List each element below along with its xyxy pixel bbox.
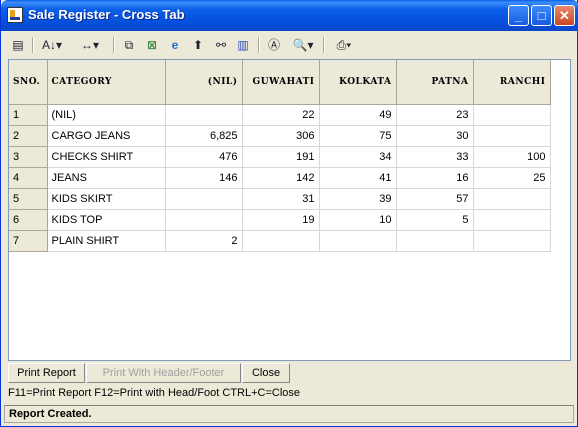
table-cell[interactable]: 22: [242, 104, 320, 126]
header-row: SNO. CATEGORY (NIL) GUWAHATI KOLKATA PAT…: [9, 60, 551, 105]
app-icon: [7, 7, 23, 23]
table-cell[interactable]: [242, 230, 320, 252]
table-cell[interactable]: [396, 230, 474, 252]
cross-tab-grid[interactable]: SNO. CATEGORY (NIL) GUWAHATI KOLKATA PAT…: [8, 59, 571, 361]
row-number-cell[interactable]: 6: [9, 209, 48, 231]
table-cell[interactable]: [165, 104, 243, 126]
row-number-cell[interactable]: 3: [9, 146, 48, 168]
table-cell[interactable]: 19: [242, 209, 320, 231]
table-cell[interactable]: [473, 209, 551, 231]
browser-icon[interactable]: e: [166, 36, 184, 54]
find-icon[interactable]: ⚯: [212, 36, 230, 54]
table-cell[interactable]: [473, 230, 551, 252]
table-cell[interactable]: 30: [396, 125, 474, 147]
column-header[interactable]: KOLKATA: [319, 60, 397, 105]
table-cell[interactable]: CARGO JEANS: [47, 125, 166, 147]
sale-register-window: Sale Register - Cross Tab _ □ ✕ ▤ A↓▾ ↔▾…: [0, 0, 578, 427]
print-report-button[interactable]: Print Report: [8, 363, 85, 383]
table-cell[interactable]: 34: [319, 146, 397, 168]
toolbar: ▤ A↓▾ ↔▾ ⧉ ⊠ e ⬆ ⚯ ▥ Ⓐ 🔍▾ ⎙▾: [5, 33, 573, 57]
table-cell[interactable]: 41: [319, 167, 397, 189]
title-bar[interactable]: Sale Register - Cross Tab _ □ ✕: [1, 0, 578, 31]
table-cell[interactable]: [473, 104, 551, 126]
column-header[interactable]: CATEGORY: [47, 60, 166, 105]
table-cell[interactable]: [165, 209, 243, 231]
status-bar: Report Created.: [4, 405, 574, 423]
table-cell[interactable]: KIDS TOP: [47, 209, 166, 231]
table-cell[interactable]: 57: [396, 188, 474, 210]
table-cell[interactable]: 23: [396, 104, 474, 126]
table-cell[interactable]: 33: [396, 146, 474, 168]
table-cell[interactable]: 75: [319, 125, 397, 147]
column-header[interactable]: SNO.: [9, 60, 48, 105]
table-cell[interactable]: CHECKS SHIRT: [47, 146, 166, 168]
table-cell[interactable]: (NIL): [47, 104, 166, 126]
table-cell[interactable]: 306: [242, 125, 320, 147]
table-cell[interactable]: 2: [165, 230, 243, 252]
maximize-button[interactable]: □: [531, 5, 552, 26]
table-cell[interactable]: 16: [396, 167, 474, 189]
row-number-cell[interactable]: 5: [9, 188, 48, 210]
column-header[interactable]: (NIL): [165, 60, 243, 105]
sort-icon[interactable]: A↓▾: [38, 36, 66, 54]
table-cell[interactable]: 191: [242, 146, 320, 168]
window-title: Sale Register - Cross Tab: [28, 7, 185, 22]
table-row[interactable]: 1 (NIL) 22 49 23: [9, 104, 551, 126]
table-cell[interactable]: 5: [396, 209, 474, 231]
table-row[interactable]: 4 JEANS 146 142 41 16 25: [9, 167, 551, 189]
print-icon[interactable]: ⎙▾: [329, 36, 359, 54]
table-cell[interactable]: 10: [319, 209, 397, 231]
table-cell[interactable]: [473, 125, 551, 147]
chart-icon[interactable]: ▥: [234, 36, 252, 54]
table-row[interactable]: 2 CARGO JEANS 6,825 306 75 30: [9, 125, 551, 147]
keyboard-hint: F11=Print Report F12=Print with Head/Foo…: [8, 387, 301, 399]
table-cell[interactable]: PLAIN SHIRT: [47, 230, 166, 252]
copy-icon[interactable]: ⧉: [120, 36, 138, 54]
row-number-cell[interactable]: 4: [9, 167, 48, 189]
table-cell[interactable]: 142: [242, 167, 320, 189]
close-window-button[interactable]: ✕: [554, 5, 575, 26]
table-cell[interactable]: 476: [165, 146, 243, 168]
column-header[interactable]: RANCHI: [473, 60, 551, 105]
close-button[interactable]: Close: [242, 363, 290, 383]
print-with-header-footer-button[interactable]: Print With Header/Footer: [86, 363, 241, 383]
table-cell[interactable]: 25: [473, 167, 551, 189]
table-cell[interactable]: 31: [242, 188, 320, 210]
table-cell[interactable]: 6,825: [165, 125, 243, 147]
table-cell[interactable]: 39: [319, 188, 397, 210]
column-width-icon[interactable]: ↔▾: [74, 36, 106, 54]
table-cell[interactable]: 146: [165, 167, 243, 189]
column-header[interactable]: PATNA: [396, 60, 474, 105]
row-number-cell[interactable]: 7: [9, 230, 48, 252]
row-number-cell[interactable]: 2: [9, 125, 48, 147]
font-icon[interactable]: Ⓐ: [265, 36, 283, 54]
excel-icon[interactable]: ⊠: [143, 36, 161, 54]
table-cell[interactable]: 100: [473, 146, 551, 168]
minimize-button[interactable]: _: [508, 5, 529, 26]
table-row[interactable]: 6 KIDS TOP 19 10 5: [9, 209, 551, 231]
preview-icon[interactable]: 🔍▾: [288, 36, 318, 54]
row-number-cell[interactable]: 1: [9, 104, 48, 126]
table-row[interactable]: 3 CHECKS SHIRT 476 191 34 33 100: [9, 146, 551, 168]
report-icon[interactable]: ▤: [9, 36, 27, 54]
table-cell[interactable]: JEANS: [47, 167, 166, 189]
table-cell[interactable]: [473, 188, 551, 210]
table-cell[interactable]: [319, 230, 397, 252]
table-cell[interactable]: 49: [319, 104, 397, 126]
column-header[interactable]: GUWAHATI: [242, 60, 320, 105]
table-row[interactable]: 5 KIDS SKIRT 31 39 57: [9, 188, 551, 210]
table-cell[interactable]: KIDS SKIRT: [47, 188, 166, 210]
table-cell[interactable]: [165, 188, 243, 210]
up-arrow-icon[interactable]: ⬆: [189, 36, 207, 54]
table-row[interactable]: 7 PLAIN SHIRT 2: [9, 230, 551, 252]
